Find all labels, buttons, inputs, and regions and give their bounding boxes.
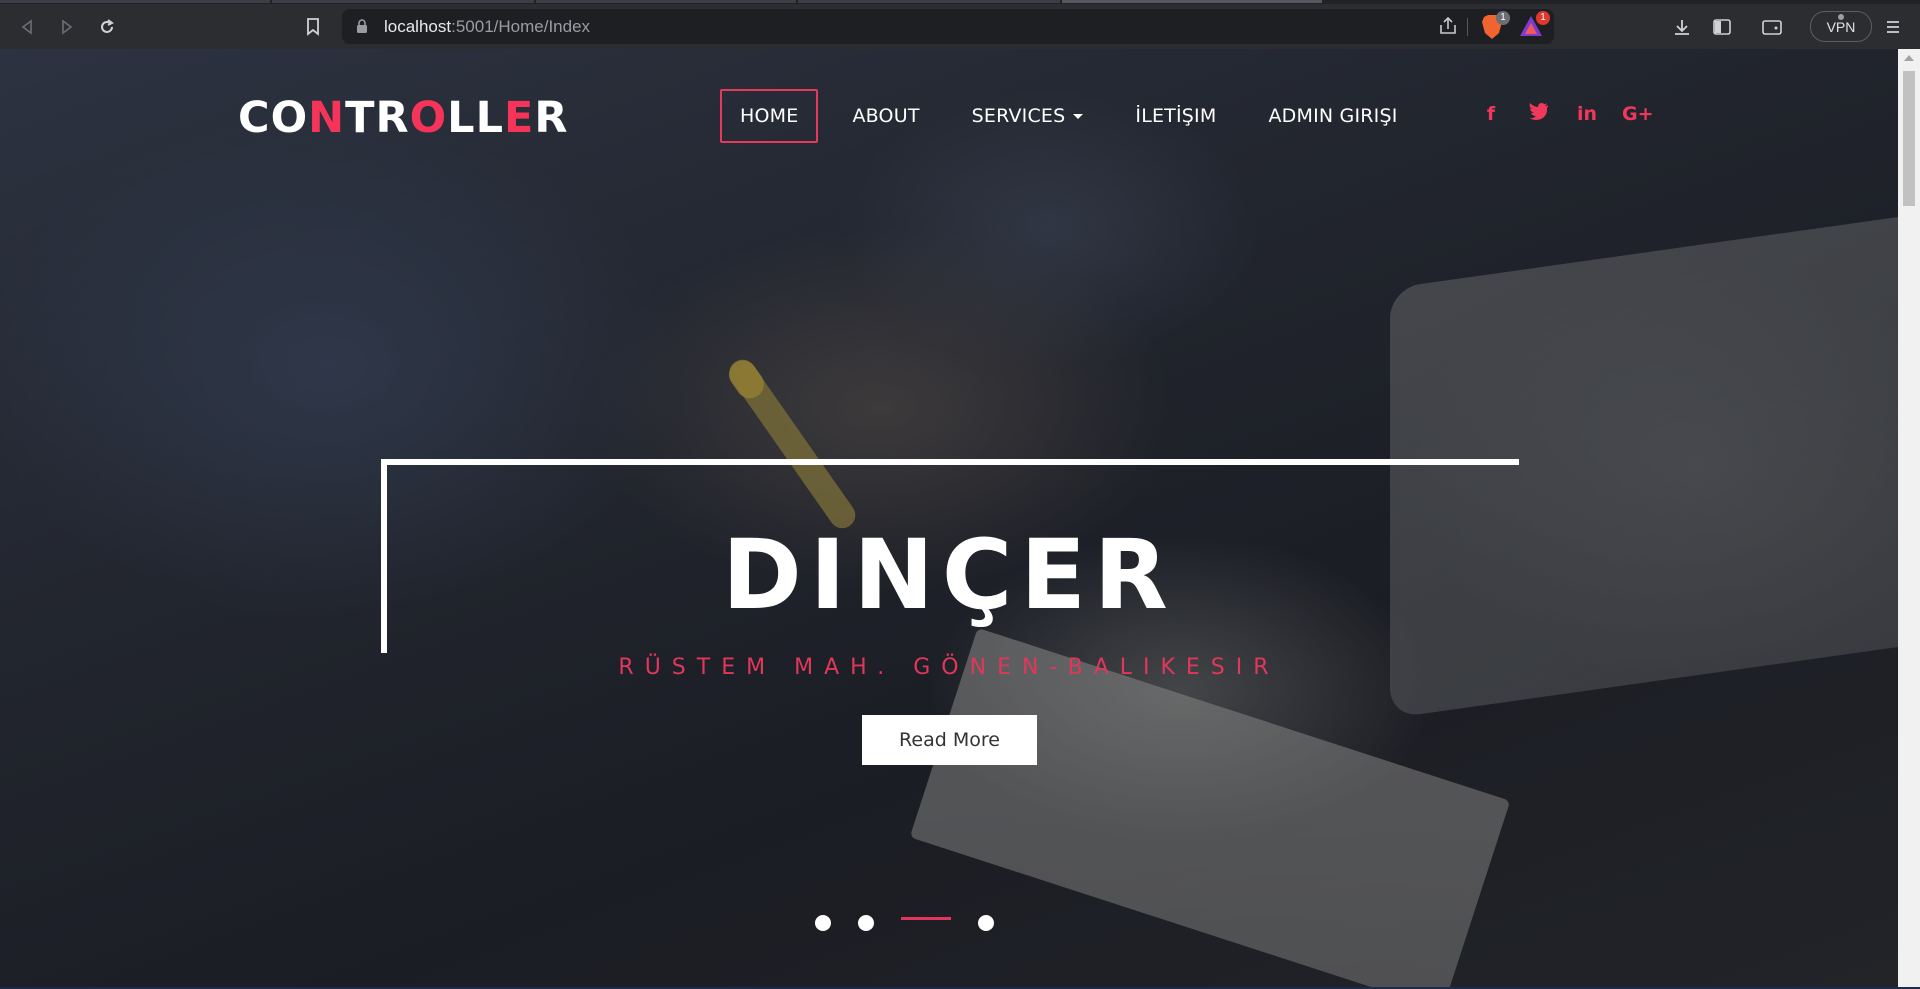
rewards-badge: 1 xyxy=(1536,11,1550,25)
reload-button[interactable] xyxy=(90,10,124,44)
hero-overlay xyxy=(0,49,1898,987)
vpn-button[interactable]: VPN xyxy=(1810,11,1872,42)
slider-dot-active[interactable] xyxy=(901,917,951,920)
rewards-button[interactable]: 1 xyxy=(1518,11,1550,43)
social-links: f in G+ xyxy=(1478,103,1654,125)
hamburger-menu-icon xyxy=(1887,21,1899,33)
sidebar-button[interactable] xyxy=(1705,10,1739,44)
logo-letter: C xyxy=(238,93,271,143)
tab-active[interactable] xyxy=(1062,0,1322,3)
page-viewport: CONTROLLER HOME ABOUT SERVICES İLETİŞIM … xyxy=(0,49,1898,987)
nav-services[interactable]: SERVICES xyxy=(954,90,1102,142)
scrollbar-thumb[interactable] xyxy=(1903,71,1915,206)
logo-letter: R xyxy=(375,93,410,143)
divider xyxy=(1467,18,1468,36)
nav-about[interactable]: ABOUT xyxy=(834,90,937,142)
site-logo[interactable]: CONTROLLER xyxy=(238,93,568,143)
nav-contact[interactable]: İLETİŞIM xyxy=(1117,90,1234,142)
logo-letter-accent: O xyxy=(409,93,448,143)
caret-down-icon xyxy=(1073,114,1084,119)
logo-letter: L xyxy=(475,93,504,143)
hero-frame-top xyxy=(381,459,1519,465)
twitter-icon[interactable] xyxy=(1526,103,1552,125)
browser-toolbar: localhost:5001/Home/Index 1 1 VPN xyxy=(0,4,1920,49)
slider-dot[interactable] xyxy=(815,915,831,931)
slider-dot[interactable] xyxy=(858,915,874,931)
forward-button[interactable] xyxy=(50,10,84,44)
logo-letter: R xyxy=(534,93,569,143)
linkedin-icon[interactable]: in xyxy=(1574,103,1600,125)
vpn-status-dot xyxy=(1838,14,1844,20)
logo-letter-accent: N xyxy=(308,93,346,143)
bookmark-button[interactable] xyxy=(296,10,330,44)
back-button[interactable] xyxy=(10,10,44,44)
main-navigation: HOME ABOUT SERVICES İLETİŞIM ADMIN GIRIŞ… xyxy=(720,89,1432,143)
back-arrow-icon xyxy=(21,19,32,35)
page-scrollbar[interactable] xyxy=(1898,49,1920,987)
google-plus-icon[interactable]: G+ xyxy=(1622,103,1654,125)
bookmark-icon xyxy=(307,18,319,36)
share-icon[interactable] xyxy=(1438,17,1458,35)
lock-icon xyxy=(357,19,367,33)
forward-arrow-icon xyxy=(62,19,73,35)
hero-subtitle: RÜSTEM MAH. GÖNEN-BALIKESIR xyxy=(618,655,1280,680)
brave-shields-button[interactable]: 1 xyxy=(1480,11,1510,45)
facebook-icon[interactable]: f xyxy=(1478,103,1504,125)
nav-services-label: SERVICES xyxy=(971,105,1066,127)
read-more-button[interactable]: Read More xyxy=(862,715,1037,765)
slider-indicators xyxy=(0,913,1898,933)
download-icon xyxy=(1675,20,1689,35)
tab[interactable] xyxy=(272,0,534,3)
reload-icon xyxy=(101,19,114,33)
tab[interactable] xyxy=(798,0,1060,3)
vpn-label: VPN xyxy=(1826,18,1856,35)
logo-letter: O xyxy=(270,93,309,143)
logo-letter: T xyxy=(345,93,376,143)
url-text[interactable]: localhost:5001/Home/Index xyxy=(384,17,590,37)
nav-home[interactable]: HOME xyxy=(720,89,819,143)
logo-letter-accent: E xyxy=(503,93,535,143)
brave-badge: 1 xyxy=(1496,11,1510,25)
logo-letter: L xyxy=(447,93,476,143)
address-bar[interactable]: localhost:5001/Home/Index 1 1 xyxy=(342,9,1554,44)
sidebar-icon xyxy=(1713,19,1731,35)
wallet-icon xyxy=(1762,20,1782,35)
wallet-button[interactable] xyxy=(1755,10,1789,44)
tab[interactable] xyxy=(0,0,270,3)
nav-admin-login[interactable]: ADMIN GIRIŞI xyxy=(1250,90,1415,142)
menu-button[interactable] xyxy=(1876,10,1910,44)
hero-title: DINÇER xyxy=(722,519,1176,631)
scroll-up-arrow-icon[interactable] xyxy=(1904,55,1914,61)
downloads-button[interactable] xyxy=(1665,10,1699,44)
slider-dot[interactable] xyxy=(978,915,994,931)
tab[interactable] xyxy=(536,0,796,3)
